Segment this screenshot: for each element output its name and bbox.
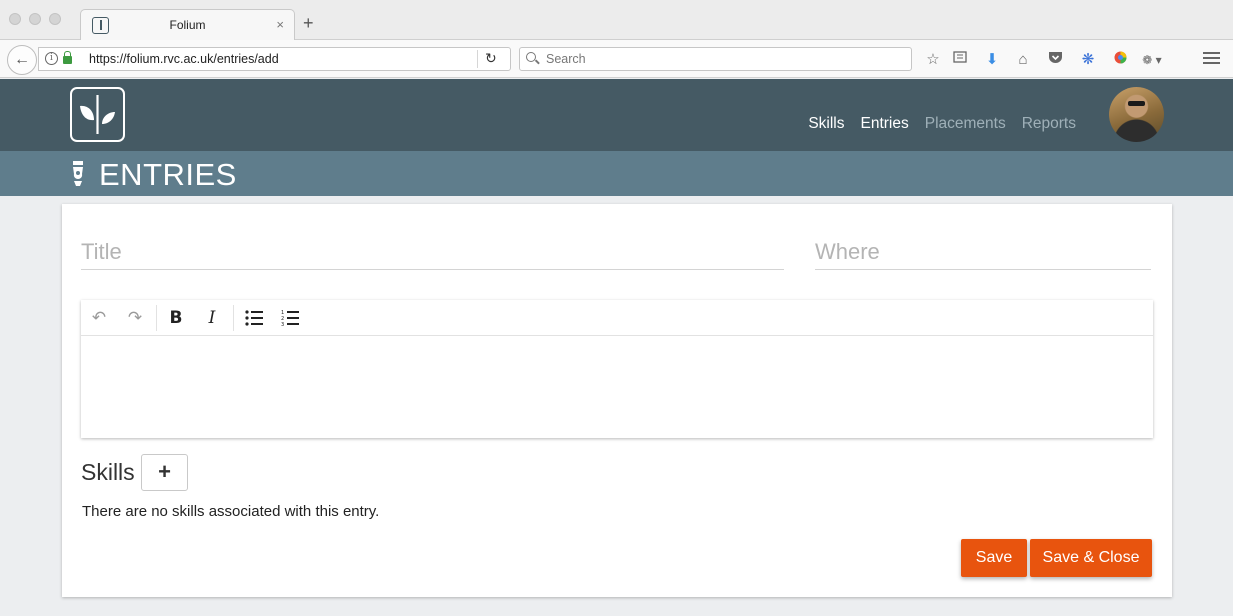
avatar-glasses [1128,101,1145,106]
tab-close-icon[interactable]: × [276,17,284,32]
svg-text:3: 3 [281,322,284,327]
italic-icon[interactable]: I [200,306,224,330]
folium-logo-icon[interactable] [70,87,125,142]
tab-title: Folium [169,18,206,32]
address-bar[interactable]: i https://folium.rvc.ac.uk/entries/add ↻ [38,47,511,71]
extension-bird-icon[interactable]: ❁ ▾ [1142,50,1162,70]
save-button[interactable]: Save [961,539,1027,577]
undo-icon[interactable]: ↶ [87,306,111,330]
url-divider [477,50,478,68]
browser-tab[interactable]: Folium × [80,9,295,41]
toolbar-divider [156,305,157,331]
title-field-wrapper [81,234,784,270]
bookmark-star-icon[interactable]: ☆ [923,50,943,70]
nav-placements[interactable]: Placements [925,115,1006,133]
reading-list-icon[interactable] [950,50,970,70]
rich-text-editor: ↶ ↷ B I 123 [81,300,1153,438]
folium-favicon-icon [92,17,109,34]
page-title: ENTRIES [99,157,237,192]
skills-heading: Skills [81,459,135,485]
main-nav: Skills Entries Placements Reports [808,115,1076,133]
bulleted-list-icon[interactable] [242,306,266,330]
close-window-button[interactable] [9,13,21,25]
editor-content-area[interactable] [81,337,1153,437]
save-and-close-button[interactable]: Save & Close [1030,539,1152,577]
maximize-window-button[interactable] [49,13,61,25]
hamburger-menu-icon[interactable] [1203,52,1220,67]
title-input[interactable] [81,234,784,269]
back-button[interactable]: ← [7,45,37,75]
page-banner: ENTRIES [0,151,1233,196]
where-input[interactable] [815,234,1151,269]
minimize-window-button[interactable] [29,13,41,25]
pocket-icon[interactable] [1045,50,1065,70]
nav-skills[interactable]: Skills [808,115,844,133]
bold-icon[interactable]: B [164,306,188,330]
nav-reports[interactable]: Reports [1022,115,1076,133]
extension-icon[interactable]: ❋ [1078,50,1098,70]
toolbar-divider [233,305,234,331]
download-icon[interactable]: ⬇ [982,50,1002,70]
where-field-wrapper [815,234,1151,270]
info-icon[interactable]: i [45,52,58,65]
editor-toolbar: ↶ ↷ B I 123 [81,300,1153,336]
entry-form-card: ↶ ↷ B I 123 Skills + There are no skills… [62,204,1172,597]
nav-entries[interactable]: Entries [860,115,908,133]
fountain-pen-icon [71,161,85,187]
lock-icon[interactable] [63,51,72,64]
color-wheel-icon[interactable] [1110,50,1130,70]
no-skills-message: There are no skills associated with this… [82,503,380,520]
redo-icon[interactable]: ↷ [123,306,147,330]
user-avatar[interactable] [1109,87,1164,142]
new-tab-button[interactable]: + [303,14,314,32]
app-header: Skills Entries Placements Reports [0,79,1233,151]
url-text[interactable]: https://folium.rvc.ac.uk/entries/add [89,52,279,66]
search-bar[interactable]: Search [519,47,912,71]
numbered-list-icon[interactable]: 123 [278,306,302,330]
reload-icon[interactable]: ↻ [485,50,497,67]
browser-tab-bar: Folium × + [0,0,1233,41]
search-placeholder[interactable]: Search [546,52,586,66]
home-icon[interactable]: ⌂ [1013,50,1033,70]
add-skill-button[interactable]: + [141,454,188,491]
search-icon [526,52,536,62]
